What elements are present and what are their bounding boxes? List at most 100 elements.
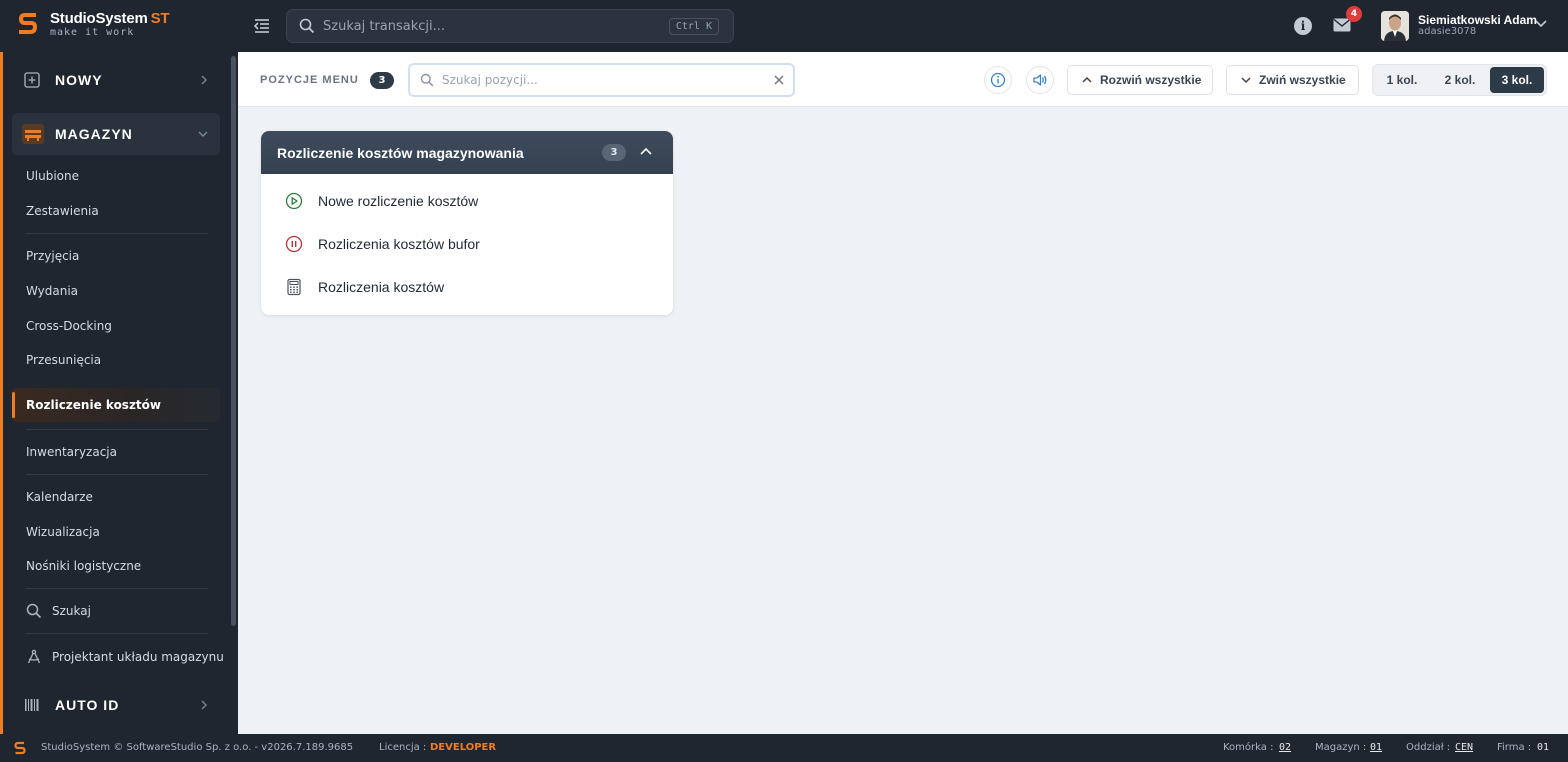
active-indicator [12,392,15,418]
footer-firma-value: 01 [1537,742,1550,753]
sidebar-item-wydania[interactable]: Wydania [26,284,78,298]
chevron-down-icon [1241,77,1251,84]
card-count-badge: 3 [602,144,626,161]
sidebar-item-nosniki[interactable]: Nośniki logistyczne [26,559,141,573]
content-toolbar: POZYCJE MENU 3 Rozwiń wszystkie [238,52,1568,107]
expand-all-label: Rozwiń wszystkie [1100,73,1202,87]
sidebar-item-rozliczenie-kosztow[interactable]: Rozliczenie kosztów [12,388,220,422]
menu-item-label: Nowe rozliczenie kosztów [318,193,479,209]
footer-magazyn-value[interactable]: 01 [1370,742,1382,753]
info-button[interactable] [984,66,1012,94]
sidebar: NOWY MAGAZYN Ulubione Zestawienia Przyję… [0,52,238,734]
sidebar-scrollbar[interactable] [231,56,236,626]
footer-firma-label: Firma : [1497,742,1532,753]
sidebar-item-wizualizacja[interactable]: Wizualizacja [26,525,100,539]
sidebar-item-przesuniecia[interactable]: Przesunięcia [26,353,101,367]
chevron-right-icon [201,75,207,85]
sidebar-divider [26,474,208,475]
sidebar-item-projektant[interactable]: Projektant układu magazynu [26,649,224,665]
info-icon[interactable]: i [1294,17,1312,35]
sidebar-item-przyjecia[interactable]: Przyjęcia [26,249,79,263]
chevron-right-icon [201,700,207,710]
card-header[interactable]: Rozliczenie kosztów magazynowania 3 [261,131,673,174]
sidebar-section-magazyn[interactable]: MAGAZYN [12,113,220,155]
menu-item-nowe-rozliczenie[interactable]: Nowe rozliczenie kosztów [285,192,478,210]
search-shortcut-hint: Ctrl K [668,18,719,35]
sidebar-toggle-icon[interactable] [252,16,272,36]
footer-license-label: Licencja : [379,742,427,753]
sidebar-item-ulubione[interactable]: Ulubione [26,169,79,183]
app-logo[interactable]: StudioSystem ST make it work [18,9,170,38]
calculator-icon [287,278,301,296]
position-search[interactable] [408,63,795,97]
sidebar-divider [26,633,208,634]
menu-group-card: Rozliczenie kosztów magazynowania 3 Nowe… [261,131,673,315]
plus-square-icon [24,72,40,88]
menu-item-rozliczenia[interactable]: Rozliczenia kosztów [285,278,444,296]
user-info[interactable]: Siemiatkowski Adam adasie3078 [1418,14,1537,37]
speaker-icon [1033,74,1047,86]
mail-badge: 4 [1346,6,1362,22]
status-footer: StudioSystem © SoftwareStudio Sp. z o.o.… [0,734,1568,762]
app-title: StudioSystem ST [50,9,170,27]
expand-all-button[interactable]: Rozwiń wszystkie [1067,65,1213,95]
menu-item-label: Rozliczenia kosztów bufor [318,236,480,252]
footer-komorka-value[interactable]: 02 [1279,742,1291,753]
collapse-all-button[interactable]: Zwiń wszystkie [1226,65,1359,95]
search-icon [420,73,434,87]
search-icon [26,603,42,619]
footer-oddzial-value[interactable]: CEN [1455,742,1473,753]
footer-oddzial-label: Oddział : [1406,742,1451,753]
sidebar-item-inwentaryzacja[interactable]: Inwentaryzacja [26,445,117,459]
sidebar-item-label: Rozliczenie kosztów [26,398,161,412]
columns-2-option[interactable]: 2 kol. [1434,67,1486,93]
search-icon [299,18,315,34]
menu-item-rozliczenia-bufor[interactable]: Rozliczenia kosztów bufor [285,235,480,253]
sidebar-divider [26,588,208,589]
sidebar-section-nowy[interactable]: NOWY [12,59,220,101]
sidebar-item-label: Projektant układu magazynu [52,650,224,664]
compass-drafting-icon [27,649,41,664]
close-icon[interactable] [773,74,785,86]
card-title: Rozliczenie kosztów magazynowania [277,145,524,161]
info-circle-icon [990,72,1006,88]
sidebar-accent-bar [0,52,3,734]
collapse-all-label: Zwiń wszystkie [1259,73,1346,87]
columns-3-option[interactable]: 3 kol. [1490,67,1544,93]
chevron-down-icon[interactable] [1535,20,1547,28]
sidebar-section-auto-id[interactable]: AUTO ID [12,684,220,726]
avatar[interactable] [1381,11,1409,41]
position-search-input[interactable] [442,73,762,87]
barcode-icon [25,699,39,711]
sidebar-divider [26,233,208,234]
section-label: NOWY [55,72,103,88]
footer-logo-icon [14,741,26,755]
chevron-up-icon[interactable] [640,147,652,155]
user-name: Siemiatkowski Adam [1418,13,1537,27]
footer-copyright: StudioSystem © SoftwareStudio Sp. z o.o.… [41,742,354,753]
footer-komorka-label: Komórka : [1223,742,1274,753]
sidebar-item-cross-docking[interactable]: Cross-Docking [26,319,112,333]
transaction-search-input[interactable] [323,18,653,34]
chevron-down-icon [198,131,208,137]
sound-button[interactable] [1026,66,1054,94]
footer-license-value: DEVELOPER [430,742,497,753]
sidebar-item-label: Szukaj [52,604,91,618]
app-tagline: make it work [50,26,135,38]
menu-positions-label: POZYCJE MENU [260,74,359,86]
play-circle-icon [285,192,303,210]
menu-positions-count: 3 [370,72,394,89]
sidebar-divider [26,429,208,430]
footer-magazyn-label: Magazyn : [1315,742,1367,753]
transaction-search[interactable]: Ctrl K [286,9,734,43]
columns-1-option[interactable]: 1 kol. [1377,67,1427,93]
sidebar-item-kalendarze[interactable]: Kalendarze [26,490,93,504]
section-label: MAGAZYN [55,126,133,142]
sidebar-item-szukaj[interactable]: Szukaj [26,603,91,619]
sidebar-item-zestawienia[interactable]: Zestawienia [26,204,99,218]
chevron-up-icon [1082,76,1092,83]
section-label: AUTO ID [55,697,120,713]
user-login: adasie3078 [1418,26,1477,37]
logo-s-icon [18,10,38,38]
column-layout-toggle: 1 kol. 2 kol. 3 kol. [1372,64,1547,96]
